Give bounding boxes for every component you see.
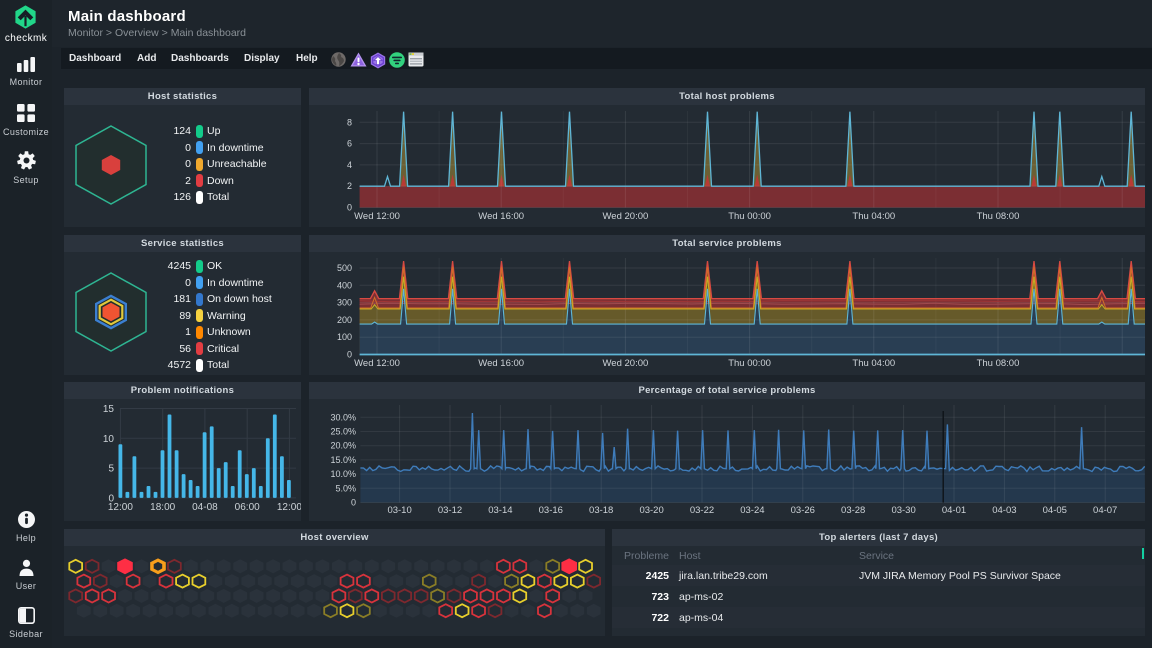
svg-text:03-14: 03-14: [488, 505, 512, 516]
svg-text:Wed 16:00: Wed 16:00: [478, 358, 524, 369]
svg-text:30.0%: 30.0%: [330, 412, 356, 422]
svg-text:10.0%: 10.0%: [330, 469, 356, 479]
svg-text:5.0%: 5.0%: [335, 483, 356, 493]
svg-text:03-22: 03-22: [690, 505, 714, 516]
svg-text:Wed 20:00: Wed 20:00: [603, 211, 649, 222]
svg-text:Wed 20:00: Wed 20:00: [603, 358, 649, 369]
svg-text:400: 400: [337, 280, 352, 290]
svg-text:4: 4: [347, 160, 352, 170]
svg-text:20.0%: 20.0%: [330, 441, 356, 451]
svg-text:8: 8: [347, 117, 352, 127]
svg-text:04-01: 04-01: [942, 505, 966, 516]
svg-text:200: 200: [337, 315, 352, 325]
svg-text:03-12: 03-12: [438, 505, 462, 516]
svg-text:25.0%: 25.0%: [330, 427, 356, 437]
svg-text:04-03: 04-03: [992, 505, 1016, 516]
svg-text:0: 0: [347, 350, 352, 360]
svg-text:0: 0: [347, 203, 352, 213]
svg-text:12:00: 12:00: [108, 502, 133, 513]
svg-text:Thu 00:00: Thu 00:00: [728, 211, 771, 222]
svg-text:03-10: 03-10: [387, 505, 411, 516]
svg-text:100: 100: [337, 332, 352, 342]
svg-text:6: 6: [347, 139, 352, 149]
svg-text:06:00: 06:00: [235, 502, 260, 513]
svg-text:03-20: 03-20: [639, 505, 663, 516]
svg-text:Thu 04:00: Thu 04:00: [852, 358, 895, 369]
svg-text:03-26: 03-26: [791, 505, 815, 516]
svg-text:03-24: 03-24: [740, 505, 764, 516]
svg-text:5: 5: [108, 464, 114, 475]
svg-text:Thu 04:00: Thu 04:00: [852, 211, 895, 222]
svg-text:500: 500: [337, 263, 352, 273]
svg-text:03-30: 03-30: [891, 505, 915, 516]
svg-text:10: 10: [103, 434, 115, 445]
svg-text:Thu 00:00: Thu 00:00: [728, 358, 771, 369]
svg-text:15: 15: [103, 404, 115, 415]
svg-text:Thu 08:00: Thu 08:00: [977, 358, 1020, 369]
svg-text:2: 2: [347, 181, 352, 191]
svg-text:03-28: 03-28: [841, 505, 865, 516]
svg-text:300: 300: [337, 298, 352, 308]
svg-text:04-05: 04-05: [1043, 505, 1067, 516]
svg-text:Thu 08:00: Thu 08:00: [977, 211, 1020, 222]
svg-text:0: 0: [351, 498, 356, 508]
svg-text:Wed 12:00: Wed 12:00: [354, 211, 400, 222]
svg-text:18:00: 18:00: [150, 502, 175, 513]
svg-text:04-07: 04-07: [1093, 505, 1117, 516]
svg-text:03-18: 03-18: [589, 505, 613, 516]
svg-text:Wed 12:00: Wed 12:00: [354, 358, 400, 369]
svg-text:Wed 16:00: Wed 16:00: [478, 211, 524, 222]
svg-text:04-08: 04-08: [192, 502, 218, 513]
svg-text:15.0%: 15.0%: [330, 455, 356, 465]
svg-text:03-16: 03-16: [539, 505, 563, 516]
svg-text:12:00: 12:00: [277, 502, 301, 513]
